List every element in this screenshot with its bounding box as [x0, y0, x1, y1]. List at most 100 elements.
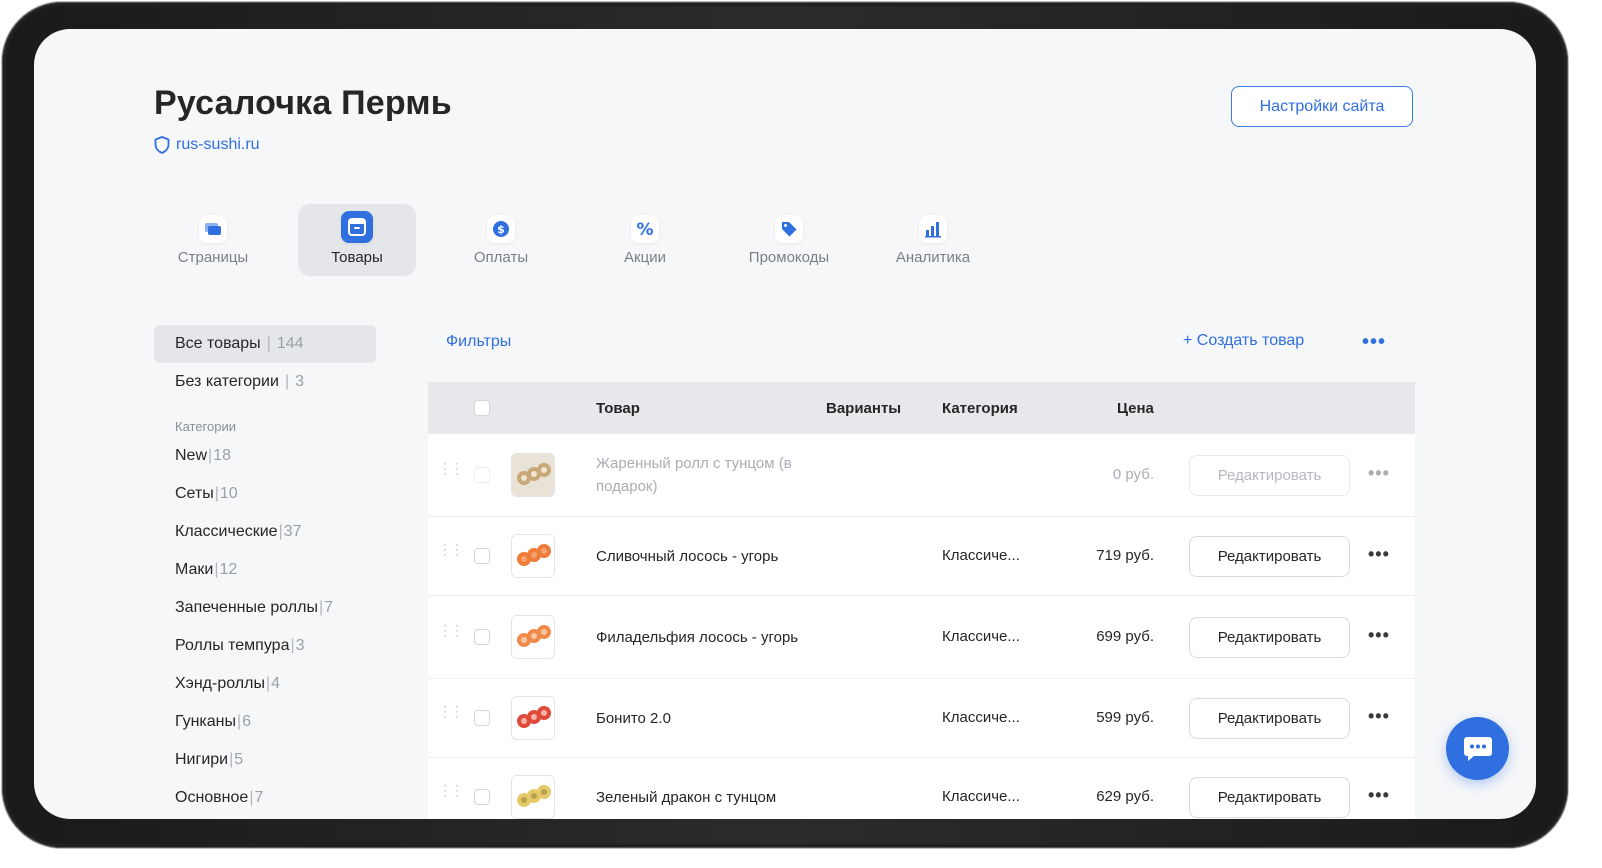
drag-handle-icon[interactable]: ⋮⋮: [438, 461, 464, 475]
tab-analytics[interactable]: Аналитика: [874, 204, 992, 276]
row-checkbox[interactable]: [474, 467, 490, 483]
product-category: Классиче...: [942, 709, 1020, 726]
edit-product-button[interactable]: Редактировать: [1189, 777, 1350, 818]
category-label: Основное: [175, 789, 249, 806]
device-frame: Русалочка Пермь rus-sushi.ru Настройки с…: [2, 2, 1568, 848]
edit-product-button[interactable]: Редактировать: [1189, 698, 1350, 739]
category-label: New: [175, 447, 208, 464]
category-count: 37: [283, 523, 302, 540]
tab-products[interactable]: Товары: [298, 204, 416, 276]
sidebar-item-label: Без категории: [175, 373, 279, 390]
tab-promotions[interactable]: % Акции: [586, 204, 704, 276]
tab-promocodes[interactable]: Промокоды: [730, 204, 848, 276]
site-title: Русалочка Пермь: [154, 84, 452, 122]
table-row: ⋮⋮ Сливочный лосось - угорь Классиче... 719…: [428, 517, 1415, 596]
drag-handle-icon[interactable]: ⋮⋮: [438, 783, 464, 797]
row-checkbox[interactable]: [474, 710, 490, 726]
tab-label: Оплаты: [473, 249, 529, 266]
category-label: Сеты: [175, 485, 214, 502]
drag-handle-icon[interactable]: ⋮⋮: [438, 623, 464, 637]
product-category: Классиче...: [942, 788, 1020, 805]
products-table: Товар Варианты Категория Цена ⋮⋮ Жаренный…: [428, 382, 1415, 819]
pages-icon: [199, 215, 227, 243]
products-icon: [341, 211, 373, 243]
sidebar-category-item[interactable]: New | 18: [154, 437, 376, 475]
table-row: ⋮⋮ Бонито 2.0 Классиче... 599 руб. Редактиро…: [428, 679, 1415, 758]
product-price: 629 руб.: [1096, 788, 1154, 805]
product-thumbnail: [511, 534, 555, 578]
sidebar-category-item[interactable]: Основное | 7: [154, 779, 376, 817]
sidebar-category-item[interactable]: Маки | 12: [154, 551, 376, 589]
category-count: 6: [242, 713, 252, 730]
column-header-variants: Варианты: [826, 399, 902, 417]
product-name[interactable]: Бонито 2.0: [596, 707, 806, 730]
edit-product-button[interactable]: Редактировать: [1189, 536, 1350, 577]
sidebar-category-item[interactable]: Роллы темпура | 3: [154, 627, 376, 665]
product-price: 699 руб.: [1096, 628, 1154, 645]
drag-handle-icon[interactable]: ⋮⋮: [438, 542, 464, 556]
product-price: 0 руб.: [1112, 466, 1154, 483]
category-count: 18: [213, 447, 231, 464]
tab-label: Промокоды: [748, 249, 830, 266]
sidebar-item-count: 3: [295, 373, 304, 390]
percent-icon: %: [631, 215, 659, 243]
category-count: 10: [219, 485, 238, 502]
filters-link[interactable]: Фильтры: [446, 333, 511, 351]
product-price: 719 руб.: [1096, 547, 1154, 564]
row-checkbox[interactable]: [474, 629, 490, 645]
sidebar-category-item[interactable]: Хэнд-роллы | 4: [154, 665, 376, 703]
product-category: Классиче...: [942, 547, 1020, 564]
column-header-category: Категория: [942, 399, 1018, 417]
site-settings-button[interactable]: Настройки сайта: [1231, 86, 1413, 127]
tab-label: Аналитика: [895, 249, 971, 266]
category-label: Хэнд-роллы: [175, 675, 265, 692]
product-name[interactable]: Филадельфия лосось - угорь: [596, 626, 806, 649]
category-label: Классические: [175, 523, 278, 540]
table-row: ⋮⋮ Филадельфия лосось - угорь Классиче... 6…: [428, 596, 1415, 679]
shield-icon: [154, 136, 170, 154]
select-all-checkbox[interactable]: [474, 400, 490, 416]
tab-label: Акции: [624, 249, 666, 266]
sidebar-category-item[interactable]: Гунканы | 6: [154, 703, 376, 741]
row-more-options-icon[interactable]: •••: [1368, 706, 1390, 727]
drag-handle-icon[interactable]: ⋮⋮: [438, 704, 464, 718]
sidebar-item-count: 144: [276, 335, 304, 352]
edit-product-button[interactable]: Редактировать: [1189, 617, 1350, 658]
product-thumbnail: [511, 615, 555, 659]
column-header-price: Цена: [1117, 399, 1154, 417]
sidebar-item-all-products[interactable]: Все товары | 144: [154, 325, 376, 363]
tab-label: Страницы: [177, 249, 249, 266]
row-checkbox[interactable]: [474, 789, 490, 805]
row-more-options-icon[interactable]: •••: [1368, 463, 1390, 484]
app-screen: Русалочка Пермь rus-sushi.ru Настройки с…: [34, 29, 1536, 819]
row-checkbox[interactable]: [474, 548, 490, 564]
category-label: Запеченные роллы: [175, 599, 318, 616]
table-header: Товар Варианты Категория Цена: [428, 382, 1415, 434]
sidebar-category-item[interactable]: Нигири | 5: [154, 741, 376, 779]
tab-pages[interactable]: Страницы: [154, 204, 272, 276]
tab-payments[interactable]: $ Оплаты: [442, 204, 560, 276]
column-header-product: Товар: [596, 399, 640, 417]
product-name[interactable]: Сливочный лосось - угорь: [596, 545, 806, 568]
bar-chart-icon: [919, 215, 947, 243]
sidebar-category-item[interactable]: Классические | 37: [154, 513, 376, 551]
product-name[interactable]: Зеленый дракон с тунцом: [596, 786, 806, 809]
sidebar-category-item[interactable]: Запеченные роллы | 7: [154, 589, 376, 627]
table-row: ⋮⋮ Жаренный ролл с тунцом (в подарок) 0 ру…: [428, 434, 1415, 517]
product-price: 599 руб.: [1096, 709, 1154, 726]
site-domain: rus-sushi.ru: [176, 136, 260, 153]
edit-product-button[interactable]: Редактировать: [1189, 455, 1350, 496]
row-more-options-icon[interactable]: •••: [1368, 785, 1390, 806]
category-count: 7: [324, 599, 334, 616]
sidebar-item-uncategorized[interactable]: Без категории | 3: [154, 363, 376, 401]
product-name[interactable]: Жаренный ролл с тунцом (в подарок): [596, 452, 806, 498]
more-options-icon[interactable]: •••: [1362, 331, 1386, 354]
row-more-options-icon[interactable]: •••: [1368, 625, 1390, 646]
row-more-options-icon[interactable]: •••: [1368, 544, 1390, 565]
svg-text:$: $: [497, 223, 505, 236]
chat-button[interactable]: [1446, 717, 1509, 780]
site-domain-link[interactable]: rus-sushi.ru: [154, 136, 260, 154]
tag-icon: [775, 215, 803, 243]
create-product-link[interactable]: + Создать товар: [1183, 332, 1304, 350]
sidebar-category-item[interactable]: Сеты | 10: [154, 475, 376, 513]
